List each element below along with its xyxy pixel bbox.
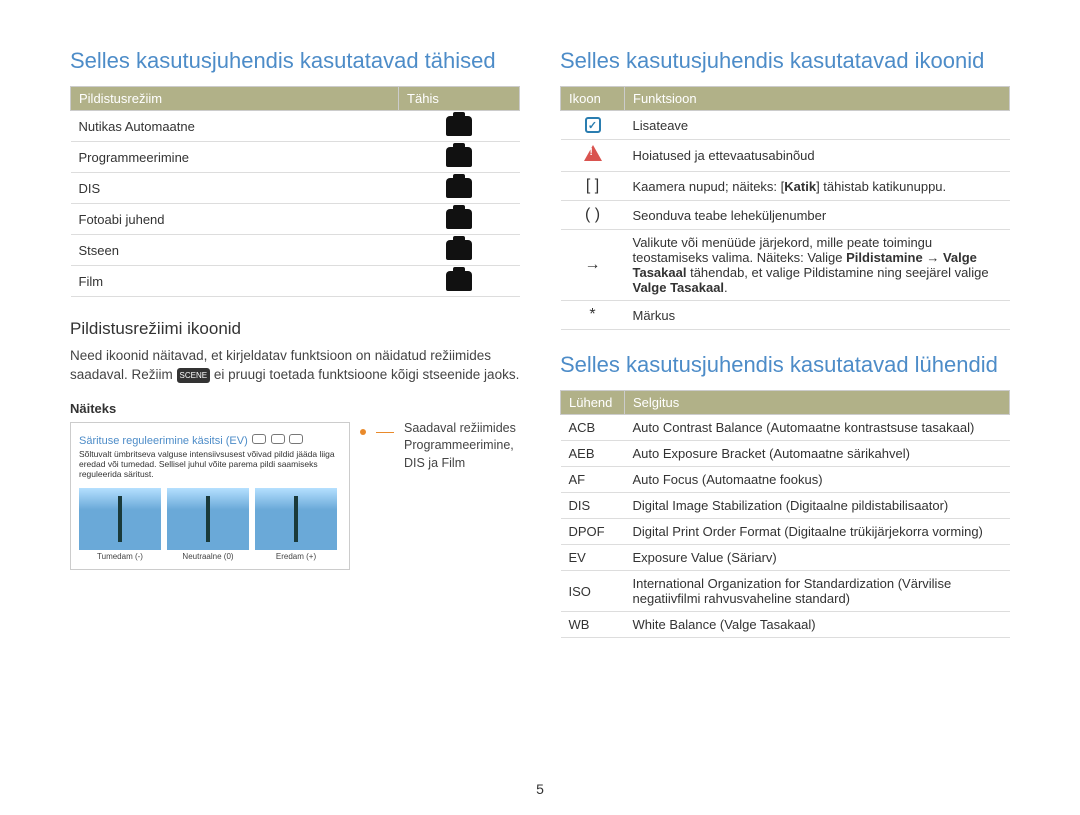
example-image-item: Eredam (+) [255, 488, 337, 561]
arrow-symbol: → [561, 230, 625, 301]
definition-cell: Auto Exposure Bracket (Automaatne särika… [625, 441, 1010, 467]
table-row: Stseen [71, 235, 520, 266]
example-photo [255, 488, 337, 550]
abbrev-heading: Selles kasutusjuhendis kasutatavad lühen… [560, 352, 1010, 378]
abbrev-cell: AF [561, 467, 625, 493]
indicators-heading: Selles kasutusjuhendis kasutatavad tähis… [70, 48, 520, 74]
table-row: *Märkus [561, 301, 1010, 330]
abbrev-cell: ISO [561, 571, 625, 612]
th-mode: Pildistusrežiim [71, 87, 399, 111]
image-caption: Neutraalne (0) [167, 552, 249, 561]
definition-cell: Auto Focus (Automaatne fookus) [625, 467, 1010, 493]
abbrev-cell: EV [561, 545, 625, 571]
table-row: Nutikas Automaatne [71, 111, 520, 142]
mode-badge-icon [271, 434, 285, 444]
table-row: Programmeerimine [71, 142, 520, 173]
definition-cell: Exposure Value (Säriarv) [625, 545, 1010, 571]
image-caption: Eredam (+) [255, 552, 337, 561]
table-row: Film [71, 266, 520, 297]
callout-bullet-icon [360, 429, 366, 435]
warning-icon [561, 140, 625, 172]
table-row: WBWhite Balance (Valge Tasakaal) [561, 612, 1010, 638]
mode-cell: Fotoabi juhend [71, 204, 399, 235]
mode-cell: Programmeerimine [71, 142, 399, 173]
brackets-symbol: [ ] [561, 172, 625, 201]
th-function: Funktsioon [625, 87, 1010, 111]
table-row: ✓Lisateave [561, 111, 1010, 140]
example-photo [79, 488, 161, 550]
parens-symbol: ( ) [561, 201, 625, 230]
mode-cell: Nutikas Automaatne [71, 111, 399, 142]
table-row: DIS [71, 173, 520, 204]
table-row: Fotoabi juhend [71, 204, 520, 235]
indicators-table: Pildistusrežiim Tähis Nutikas Automaatne… [70, 86, 520, 297]
icons-table: Ikoon Funktsioon ✓LisateaveHoiatused ja … [560, 86, 1010, 330]
table-row: ACBAuto Contrast Balance (Automaatne kon… [561, 415, 1010, 441]
mode-cell: Stseen [71, 235, 399, 266]
function-cell: Lisateave [625, 111, 1010, 140]
page-number: 5 [536, 781, 544, 797]
callout-line [376, 432, 394, 433]
mode-cell: Film [71, 266, 399, 297]
th-def: Selgitus [625, 391, 1010, 415]
callout-text: Saadaval režiimides Programmeerimine, DI… [404, 420, 516, 473]
table-row: AFAuto Focus (Automaatne fookus) [561, 467, 1010, 493]
definition-cell: White Balance (Valge Tasakaal) [625, 612, 1010, 638]
photo-help-camera-icon [399, 204, 520, 235]
table-row: EVExposure Value (Säriarv) [561, 545, 1010, 571]
function-cell: Hoiatused ja ettevaatusabinõud [625, 140, 1010, 172]
table-row: →Valikute või menüüde järjekord, mille p… [561, 230, 1010, 301]
movie-camera-icon [399, 266, 520, 297]
table-row: Hoiatused ja ettevaatusabinõud [561, 140, 1010, 172]
scene-clapper-icon [399, 235, 520, 266]
mode-cell: DIS [71, 173, 399, 204]
definition-cell: Digital Image Stabilization (Digitaalne … [625, 493, 1010, 519]
definition-cell: Auto Contrast Balance (Automaatne kontra… [625, 415, 1010, 441]
th-abbrev: Lühend [561, 391, 625, 415]
scene-clapper-icon-inline: SCENE [177, 368, 211, 383]
table-row: ( )Seonduva teabe leheküljenumber [561, 201, 1010, 230]
definition-cell: International Organization for Standardi… [625, 571, 1010, 612]
example-label: Näiteks [70, 401, 520, 416]
abbrev-cell: DIS [561, 493, 625, 519]
image-caption: Tumedam (-) [79, 552, 161, 561]
th-indicator: Tähis [399, 87, 520, 111]
th-icon: Ikoon [561, 87, 625, 111]
program-camera-p-icon [399, 142, 520, 173]
star-symbol: * [561, 301, 625, 330]
info-icon: ✓ [561, 111, 625, 140]
example-box-desc: Sõltuvalt ümbritseva valguse intensiivsu… [79, 449, 341, 480]
function-cell: Seonduva teabe leheküljenumber [625, 201, 1010, 230]
table-row: [ ]Kaamera nupud; näiteks: [Katik] tähis… [561, 172, 1010, 201]
abbrev-table: Lühend Selgitus ACBAuto Contrast Balance… [560, 390, 1010, 638]
table-row: DPOFDigital Print Order Format (Digitaal… [561, 519, 1010, 545]
mode-icons-subheading: Pildistusrežiimi ikoonid [70, 319, 520, 339]
table-row: ISOInternational Organization for Standa… [561, 571, 1010, 612]
abbrev-cell: DPOF [561, 519, 625, 545]
function-cell: Märkus [625, 301, 1010, 330]
table-row: DISDigital Image Stabilization (Digitaal… [561, 493, 1010, 519]
mode-badge-icon [252, 434, 266, 444]
definition-cell: Digital Print Order Format (Digitaalne t… [625, 519, 1010, 545]
example-image-item: Neutraalne (0) [167, 488, 249, 561]
example-box-title: Särituse reguleerimine käsitsi (EV) [79, 435, 248, 447]
dis-hand-icon [399, 173, 520, 204]
example-box: Särituse reguleerimine käsitsi (EV) Sõlt… [70, 422, 350, 570]
example-image-item: Tumedam (-) [79, 488, 161, 561]
icons-heading: Selles kasutusjuhendis kasutatavad ikoon… [560, 48, 1010, 74]
mode-icons-body: Need ikoonid näitavad, et kirjeldatav fu… [70, 347, 520, 385]
abbrev-cell: AEB [561, 441, 625, 467]
abbrev-cell: WB [561, 612, 625, 638]
example-photo [167, 488, 249, 550]
table-row: AEBAuto Exposure Bracket (Automaatne sär… [561, 441, 1010, 467]
smart-auto-camera-icon [399, 111, 520, 142]
abbrev-cell: ACB [561, 415, 625, 441]
function-cell: Kaamera nupud; näiteks: [Katik] tähistab… [625, 172, 1010, 201]
function-cell: Valikute või menüüde järjekord, mille pe… [625, 230, 1010, 301]
mode-badge-icon [289, 434, 303, 444]
